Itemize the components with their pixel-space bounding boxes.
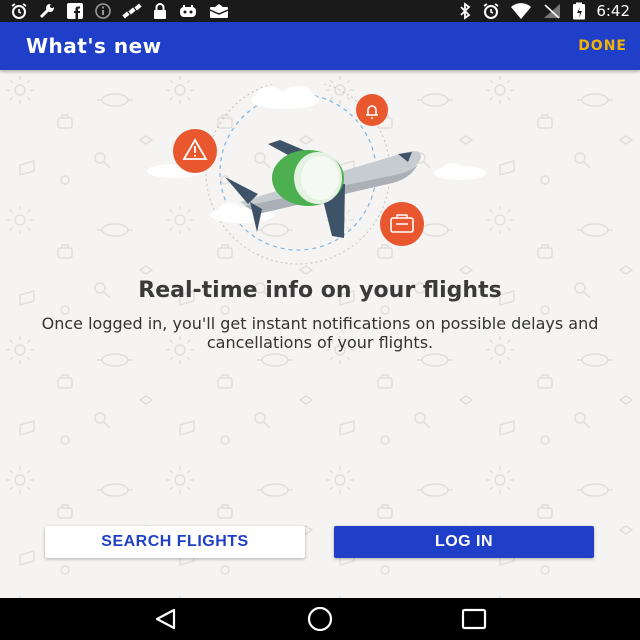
recents-icon[interactable]: [460, 607, 488, 631]
gamepad-icon: [178, 2, 198, 20]
page-title: What's new: [26, 34, 162, 58]
facebook-icon: [66, 2, 84, 20]
done-button[interactable]: DONE: [578, 38, 627, 54]
feature-description: Once logged in, you'll get instant notif…: [41, 314, 599, 352]
status-bar: 6:42: [0, 0, 640, 22]
wifi-icon: [510, 2, 532, 20]
airplane-illustration: [147, 84, 486, 265]
lock-icon: [152, 2, 168, 20]
suitcase-icon: [380, 202, 424, 246]
onboarding-content: Real-time info on your flights Once logg…: [0, 70, 640, 598]
satellite-icon: [122, 2, 142, 20]
home-icon[interactable]: [304, 607, 336, 631]
bluetooth-icon: [458, 2, 472, 20]
mail-icon: [208, 2, 230, 20]
warning-icon: [173, 129, 217, 173]
alarm-icon: [482, 2, 500, 20]
bell-icon: [356, 94, 388, 126]
status-notification-icons: [10, 2, 230, 20]
battery-icon: [572, 2, 586, 20]
status-time: 6:42: [596, 2, 630, 20]
signal-icon: [542, 2, 562, 20]
app-bar: What's new DONE: [0, 22, 640, 70]
back-icon[interactable]: [152, 607, 180, 631]
status-system-icons: 6:42: [458, 2, 630, 20]
feature-headline: Real-time info on your flights: [138, 278, 502, 303]
search-flights-button[interactable]: SEARCH FLIGHTS: [45, 526, 305, 558]
info-icon: [94, 2, 112, 20]
system-nav-bar: [0, 598, 640, 640]
alarm-icon: [10, 2, 28, 20]
wrench-icon: [38, 2, 56, 20]
log-in-button[interactable]: LOG IN: [334, 526, 594, 558]
